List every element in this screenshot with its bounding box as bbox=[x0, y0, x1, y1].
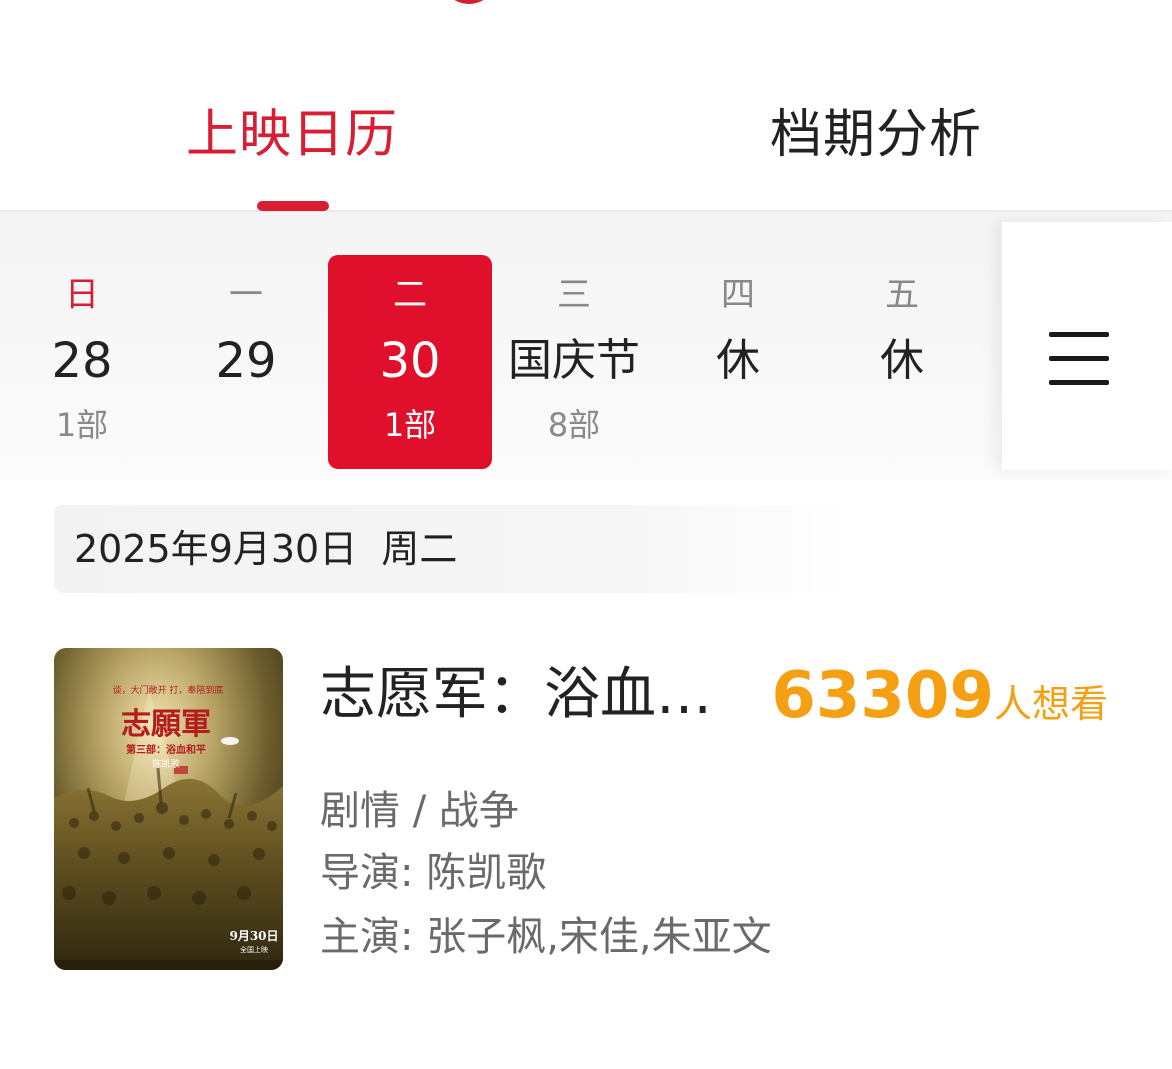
movie-card[interactable]: 谈，大门敞开 打，奉陪到底 志願軍 第三部：浴血和平 陈凯歌 9月30日 全国上… bbox=[54, 648, 1118, 970]
day-item[interactable]: 三 国庆节 8部 bbox=[492, 255, 656, 469]
day-item[interactable]: 四 休 bbox=[656, 255, 820, 469]
active-tab-indicator bbox=[257, 201, 329, 211]
day-item-selected[interactable]: 二 30 1部 bbox=[328, 255, 492, 469]
poster-subtitle-art: 第三部：浴血和平 bbox=[126, 743, 206, 756]
selected-date-header: 2025年9月30日 周二 bbox=[54, 505, 854, 593]
day-item[interactable]: 日 28 1部 bbox=[0, 255, 164, 469]
day-weekday: 二 bbox=[393, 275, 427, 315]
top-tab-bar: 上映日历 档期分析 bbox=[0, 0, 1172, 212]
want-label: 人想看 bbox=[993, 682, 1108, 726]
movie-title: 志愿军：浴血… bbox=[320, 662, 712, 727]
day-number: 30 bbox=[379, 333, 441, 389]
day-weekday: 四 bbox=[721, 275, 755, 315]
movie-director: 导演: 陈凯歌 bbox=[320, 850, 547, 896]
poster-title-art: 志願軍 bbox=[121, 707, 211, 742]
day-weekday: 三 bbox=[557, 275, 591, 315]
day-item[interactable]: 一 29 bbox=[164, 255, 328, 469]
day-holiday-label: 休 bbox=[716, 335, 760, 386]
day-number: 29 bbox=[215, 333, 277, 389]
day-movie-count: 1部 bbox=[383, 406, 437, 444]
tab-release-calendar[interactable]: 上映日历 bbox=[186, 100, 398, 170]
hamburger-menu-icon bbox=[1049, 332, 1109, 386]
day-weekday: 五 bbox=[885, 275, 919, 315]
day-item[interactable]: 五 休 bbox=[820, 255, 984, 469]
day-holiday-label: 国庆节 bbox=[508, 335, 640, 386]
movie-poster[interactable]: 谈，大门敞开 打，奉陪到底 志願軍 第三部：浴血和平 陈凯歌 9月30日 全国上… bbox=[54, 648, 283, 970]
day-weekday: 一 bbox=[229, 275, 263, 315]
poster-tagline-art: 谈，大门敞开 打，奉陪到底 bbox=[113, 684, 224, 696]
poster-release-sub-art: 全国上映 bbox=[240, 945, 268, 954]
day-movie-count: 1部 bbox=[55, 406, 109, 444]
poster-release-art: 9月30日 bbox=[229, 929, 278, 943]
movie-genre: 剧情 / 战争 bbox=[320, 788, 519, 834]
movie-cast: 主演: 张子枫,宋佳,朱亚文 bbox=[320, 914, 772, 960]
want-count: 63309 bbox=[771, 659, 994, 733]
date-strip: 日 28 1部 一 29 二 30 1部 三 国庆节 8部 四 休 五 休 bbox=[0, 212, 1172, 480]
day-weekday: 日 bbox=[65, 275, 99, 315]
day-movie-count: 8部 bbox=[547, 406, 601, 444]
selected-date-text: 2025年9月30日 周二 bbox=[74, 527, 458, 571]
want-to-see: 63309人想看 bbox=[771, 656, 1108, 736]
poster-director-art: 陈凯歌 bbox=[152, 758, 179, 770]
day-number: 28 bbox=[51, 333, 113, 389]
calendar-menu-button[interactable] bbox=[1002, 222, 1172, 470]
app-screen: 上映日历 档期分析 日 28 1部 一 29 二 30 1部 三 国庆节 8部 … bbox=[0, 0, 1172, 1069]
day-holiday-label: 休 bbox=[880, 335, 924, 386]
tab-schedule-analysis[interactable]: 档期分析 bbox=[770, 100, 982, 170]
